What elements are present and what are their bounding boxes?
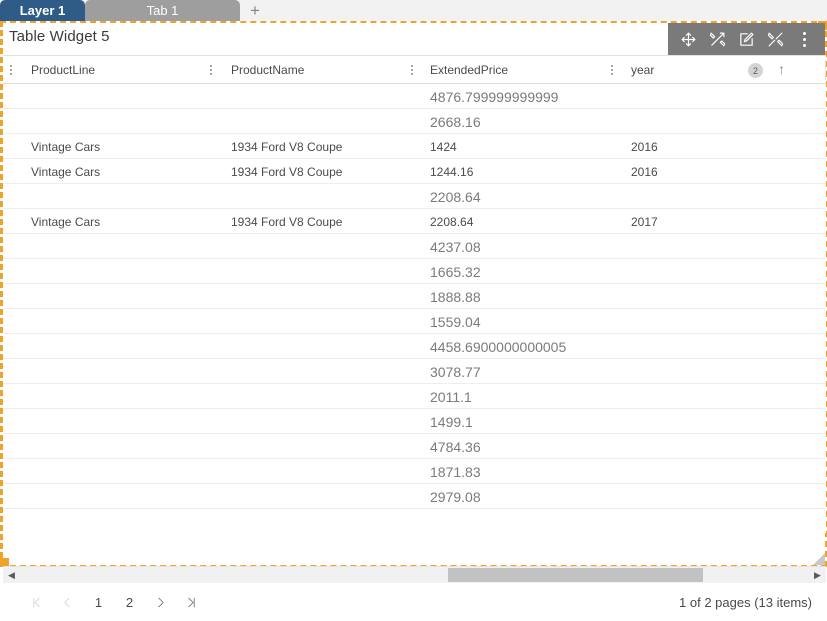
- tab-tab-1[interactable]: Tab 1: [85, 0, 240, 21]
- tools-icon[interactable]: [761, 23, 790, 55]
- table-body: 4876.799999999999 2668.16 Vintage Cars 1934…: [3, 84, 826, 534]
- cell-year: 2017: [631, 214, 658, 229]
- table-row[interactable]: Vintage Cars 1934 Ford V8 Coupe 2208.64 201…: [3, 209, 826, 234]
- table-header-row: ProductLine ProductName ExtendedPrice ye…: [3, 56, 826, 84]
- column-grip-productline[interactable]: [5, 56, 17, 84]
- scrollbar-thumb[interactable]: [448, 567, 703, 582]
- cell-productline: Vintage Cars: [31, 164, 101, 179]
- cell-extendedprice: 4458.6900000000005: [430, 338, 567, 355]
- resize-grip-bottom-right[interactable]: [809, 549, 825, 565]
- cell-extendedprice: 3078.77: [430, 363, 481, 380]
- table-row[interactable]: 4458.6900000000005: [3, 334, 826, 359]
- table-row[interactable]: 1559.04: [3, 309, 826, 334]
- plus-icon: +: [250, 0, 260, 20]
- column-header-productname[interactable]: ProductName: [231, 56, 304, 84]
- horizontal-scrollbar[interactable]: ◀ ▶: [3, 566, 826, 583]
- scroll-left-arrow-icon[interactable]: ◀: [3, 567, 20, 584]
- pagination-info: 1 of 2 pages (13 items): [679, 594, 812, 610]
- table-row[interactable]: 4784.36: [3, 434, 826, 459]
- more-menu-dots: [803, 31, 806, 47]
- cell-extendedprice: 2011.1: [430, 388, 472, 405]
- design-icon[interactable]: [703, 23, 732, 55]
- table-row[interactable]: 2668.16: [3, 109, 826, 134]
- edit-icon[interactable]: [732, 23, 761, 55]
- cell-extendedprice: 1244.16: [430, 164, 474, 179]
- column-header-extendedprice[interactable]: ExtendedPrice: [430, 56, 508, 84]
- tab-layer-1[interactable]: Layer 1: [0, 0, 85, 21]
- widget-title: Table Widget 5: [9, 28, 110, 45]
- scrollbar-track[interactable]: [20, 567, 809, 584]
- page-prev-button[interactable]: [52, 587, 83, 617]
- column-grip-year[interactable]: [606, 56, 618, 84]
- more-menu-icon[interactable]: [790, 23, 819, 55]
- table-row[interactable]: 3078.77: [3, 359, 826, 384]
- table-row[interactable]: Vintage Cars 1934 Ford V8 Coupe 1244.16 201…: [3, 159, 826, 184]
- page-last-button[interactable]: [176, 587, 207, 617]
- table-row[interactable]: 1665.32: [3, 259, 826, 284]
- table-row[interactable]: 4237.08: [3, 234, 826, 259]
- widget-toolbar: [668, 23, 825, 55]
- cell-year: 2016: [631, 164, 658, 179]
- cell-productname: 1934 Ford V8 Coupe: [231, 139, 343, 154]
- table-row[interactable]: 1871.83: [3, 459, 826, 484]
- move-icon[interactable]: [674, 23, 703, 55]
- table-row[interactable]: 1888.88: [3, 284, 826, 309]
- cell-productline: Vintage Cars: [31, 139, 101, 154]
- cell-extendedprice: 1665.32: [430, 263, 481, 280]
- header-divider: [825, 60, 826, 80]
- table-row[interactable]: 1499.1: [3, 409, 826, 434]
- scroll-right-arrow-icon[interactable]: ▶: [809, 567, 826, 584]
- column-grip-productname[interactable]: [205, 56, 217, 84]
- table-row[interactable]: 2011.1: [3, 384, 826, 409]
- cell-extendedprice: 1499.1: [430, 413, 473, 430]
- cell-extendedprice: 2979.08: [430, 488, 481, 505]
- cell-extendedprice: 4876.799999999999: [430, 88, 559, 105]
- column-header-productline[interactable]: ProductLine: [31, 56, 95, 84]
- page-first-button[interactable]: [21, 587, 52, 617]
- cell-extendedprice: 1871.83: [430, 463, 481, 480]
- cell-extendedprice: 2208.64: [430, 214, 474, 229]
- tab-strip: Layer 1 Tab 1 +: [0, 0, 827, 21]
- tab-layer-1-label: Layer 1: [19, 3, 66, 18]
- cell-extendedprice: 2208.64: [430, 188, 481, 205]
- table-row[interactable]: 2979.08: [3, 484, 826, 509]
- table-widget-container[interactable]: Table Widget 5 ProductLine ProductName E…: [0, 21, 827, 621]
- page-button-1[interactable]: 1: [83, 587, 114, 617]
- table-row[interactable]: 4876.799999999999: [3, 84, 826, 109]
- table-row[interactable]: Vintage Cars 1934 Ford V8 Coupe 1424 2016: [3, 134, 826, 159]
- column-grip-extendedprice[interactable]: [406, 56, 418, 84]
- cell-extendedprice: 4237.08: [430, 238, 481, 255]
- cell-year: 2016: [631, 139, 658, 154]
- cell-productname: 1934 Ford V8 Coupe: [231, 214, 343, 229]
- page-next-button[interactable]: [145, 587, 176, 617]
- cell-extendedprice: 1559.04: [430, 313, 481, 330]
- cell-extendedprice: 2668.16: [430, 113, 481, 130]
- sort-direction-arrow-icon[interactable]: ↑: [778, 61, 785, 77]
- data-table: ProductLine ProductName ExtendedPrice ye…: [3, 55, 826, 621]
- cell-extendedprice: 4784.36: [430, 438, 481, 455]
- sort-order-badge[interactable]: 2: [748, 63, 763, 78]
- add-tab-button[interactable]: +: [240, 0, 270, 21]
- table-row[interactable]: 2208.64: [3, 184, 826, 209]
- column-header-year[interactable]: year: [631, 56, 654, 84]
- cell-productline: Vintage Cars: [31, 214, 101, 229]
- tab-tab-1-label: Tab 1: [146, 3, 179, 18]
- pagination: 1 2: [3, 587, 207, 617]
- cell-extendedprice: 1888.88: [430, 288, 481, 305]
- cell-productname: 1934 Ford V8 Coupe: [231, 164, 343, 179]
- cell-extendedprice: 1424: [430, 139, 457, 154]
- table-footer: 1 2 1 of 2 pages (13 items): [3, 583, 826, 621]
- page-button-2[interactable]: 2: [114, 587, 145, 617]
